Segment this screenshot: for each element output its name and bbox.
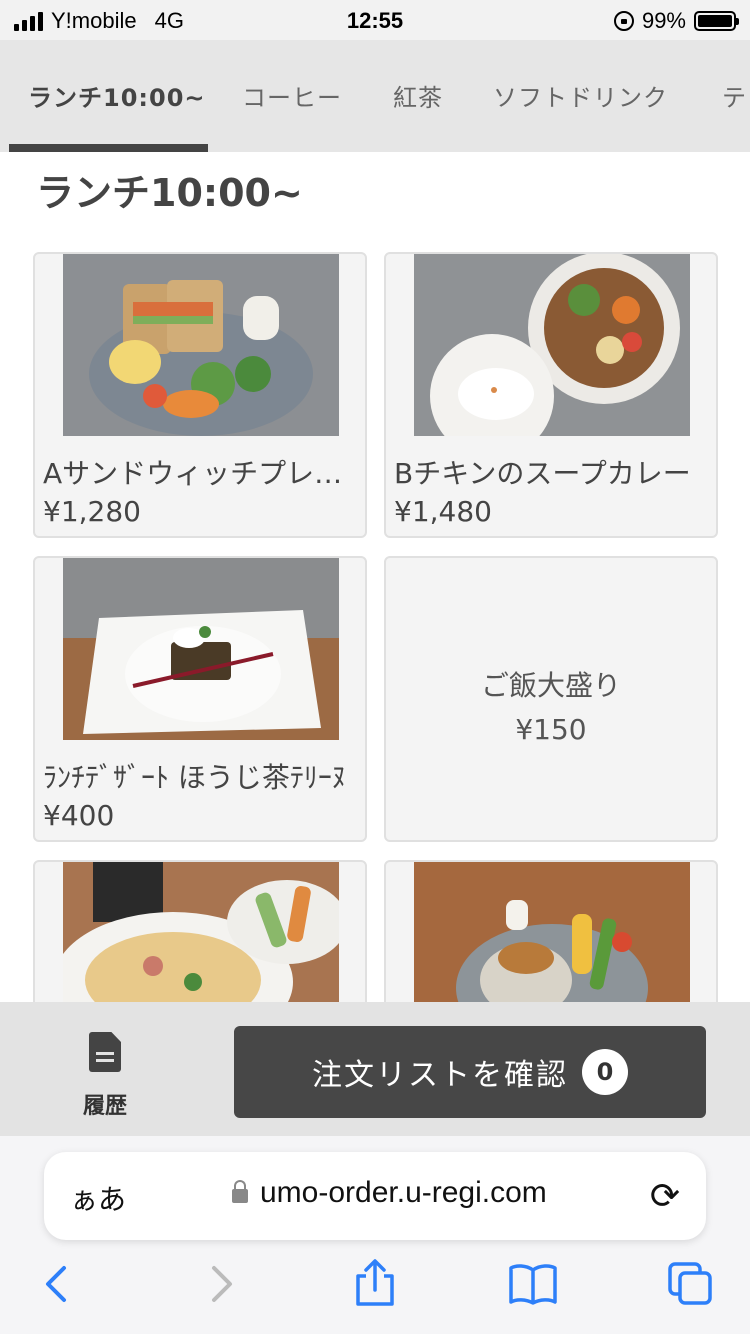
status-bar: Y!mobile 4G 12:55 99% — [0, 0, 750, 40]
menu-card[interactable]: ﾗﾝﾁﾃﾞｻﾞｰﾄ ほうじ茶ﾃﾘｰﾇ ¥400 — [33, 556, 367, 842]
back-icon[interactable] — [42, 1264, 72, 1304]
order-count-badge: 0 — [582, 1049, 628, 1095]
document-icon — [89, 1032, 121, 1072]
history-button[interactable]: 履歴 — [62, 1032, 148, 1120]
battery-percent: 99% — [641, 8, 686, 33]
tabs-icon[interactable] — [666, 1260, 714, 1306]
history-label: 履歴 — [82, 1094, 127, 1119]
tab-tea[interactable]: 紅茶 — [393, 78, 443, 113]
view-order-list-button[interactable]: 注文リストを確認 0 — [234, 1026, 706, 1118]
forward-icon — [212, 1266, 232, 1302]
menu-item-price: ¥150 — [515, 713, 587, 746]
bookmarks-icon[interactable] — [508, 1262, 558, 1306]
menu-item-name: ご飯大盛り — [480, 669, 621, 702]
menu-card[interactable]: Aサンドウィッチプレート ¥1,280 — [33, 252, 367, 538]
share-icon[interactable] — [354, 1258, 396, 1308]
tab-lunch[interactable]: ランチ10:00~ — [28, 78, 206, 113]
sandwich-plate-photo — [63, 254, 339, 436]
section-title: ランチ10:00~ — [36, 171, 303, 215]
bottom-action-bar: 履歴 注文リストを確認 0 — [0, 1002, 750, 1136]
browser-chrome: ぁあ umo-order.u-regi.com ⟳ — [0, 1136, 750, 1334]
soup-curry-photo — [414, 254, 690, 436]
tab-soft-drink[interactable]: ソフトドリンク — [493, 78, 668, 113]
status-right: 99% — [613, 8, 739, 34]
menu-item-price: ¥400 — [43, 799, 115, 832]
reload-icon[interactable]: ⟳ — [650, 1176, 680, 1217]
menu-card[interactable]: ご飯大盛り ¥150 — [384, 556, 718, 842]
menu-card[interactable]: Bチキンのスープカレー ¥1,480 — [384, 252, 718, 538]
dessert-photo — [63, 558, 339, 740]
menu-item-text: ご飯大盛り ¥150 — [386, 664, 716, 752]
tab-coffee[interactable]: コーヒー — [242, 78, 342, 113]
menu-item-name: Bチキンのスープカレー — [394, 457, 691, 490]
tab-partial[interactable]: テ — [722, 78, 747, 113]
order-button-label: 注文リストを確認 — [312, 1058, 568, 1093]
lock-icon — [232, 1180, 248, 1203]
orientation-lock-icon — [613, 11, 634, 31]
battery-icon — [694, 11, 739, 31]
menu-item-name: Aサンドウィッチプレート — [43, 457, 361, 490]
text-size-button[interactable]: ぁあ — [70, 1178, 126, 1218]
active-tab-indicator — [9, 144, 208, 152]
menu-item-price: ¥1,480 — [394, 495, 492, 528]
url-display[interactable]: umo-order.u-regi.com — [232, 1176, 547, 1210]
category-tabs: ランチ10:00~ コーヒー 紅茶 ソフトドリンク テ — [0, 40, 750, 152]
url-text: umo-order.u-regi.com — [260, 1176, 547, 1209]
menu-item-name: ﾗﾝﾁﾃﾞｻﾞｰﾄ ほうじ茶ﾃﾘｰﾇ — [43, 761, 346, 794]
address-bar[interactable]: ぁあ umo-order.u-regi.com ⟳ — [44, 1152, 706, 1240]
menu-item-price: ¥1,280 — [43, 495, 141, 528]
